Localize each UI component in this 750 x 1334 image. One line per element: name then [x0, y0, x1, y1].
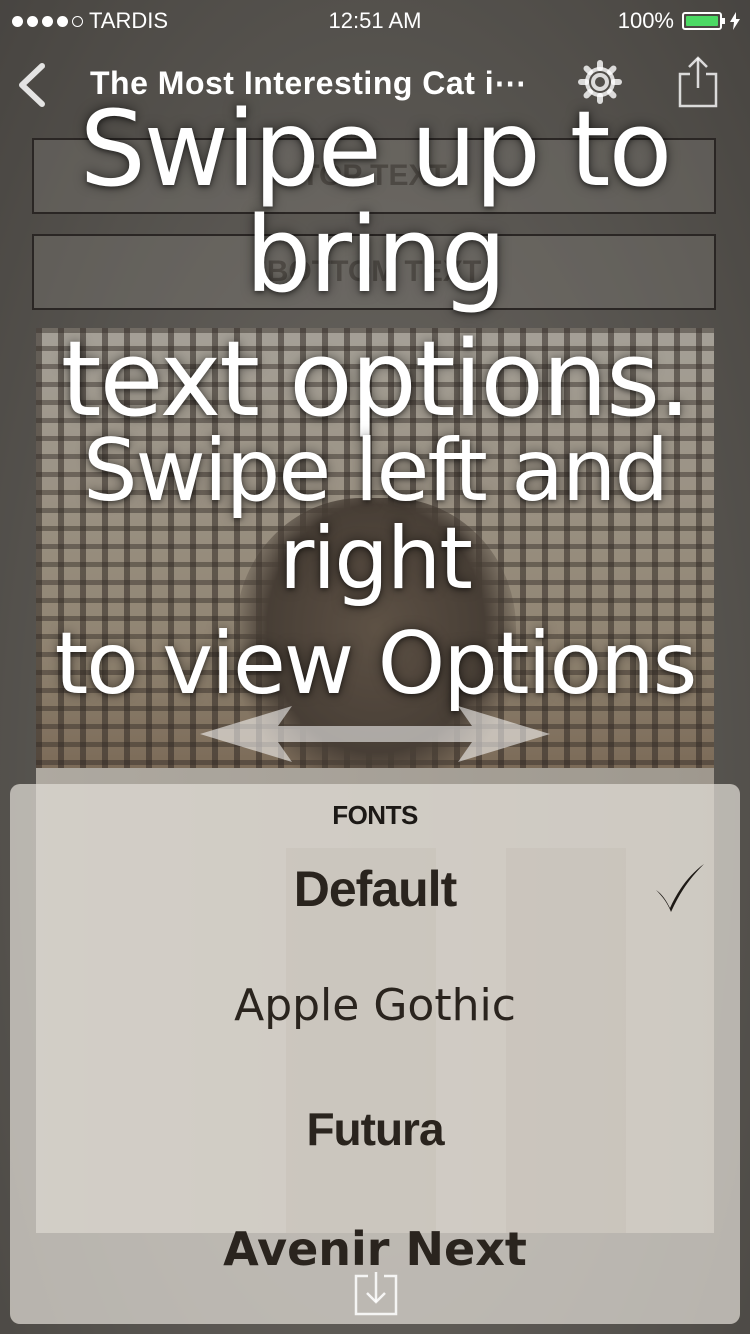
hint-line: text options.	[60, 318, 691, 441]
hint-line: Swipe up to bring	[79, 88, 672, 317]
double-arrow-icon	[200, 706, 550, 762]
font-option-default[interactable]: Default	[0, 860, 750, 918]
battery-icon	[682, 12, 725, 30]
charging-icon	[730, 12, 740, 30]
status-bar: TARDIS 12:51 AM 100%	[0, 0, 750, 40]
swipe-sideways-hint: Swipe left and right to view Options	[0, 421, 750, 715]
save-button[interactable]	[352, 1270, 400, 1316]
swipe-up-hint: Swipe up to bring text options.	[0, 96, 750, 432]
font-option-futura[interactable]: Futura	[0, 1102, 750, 1156]
panel-title: FONTS	[332, 800, 418, 830]
battery-percent: 100%	[617, 8, 674, 33]
checkmark-icon	[656, 864, 704, 912]
battery-status: 100%	[618, 8, 740, 34]
hint-line: to view Options	[54, 614, 698, 715]
font-option-avenir-next[interactable]: Avenir Next	[0, 1222, 750, 1276]
hint-line: Swipe left and right	[82, 421, 669, 609]
font-option-apple-gothic[interactable]: Apple Gothic	[0, 980, 750, 1031]
download-icon	[354, 1272, 398, 1316]
